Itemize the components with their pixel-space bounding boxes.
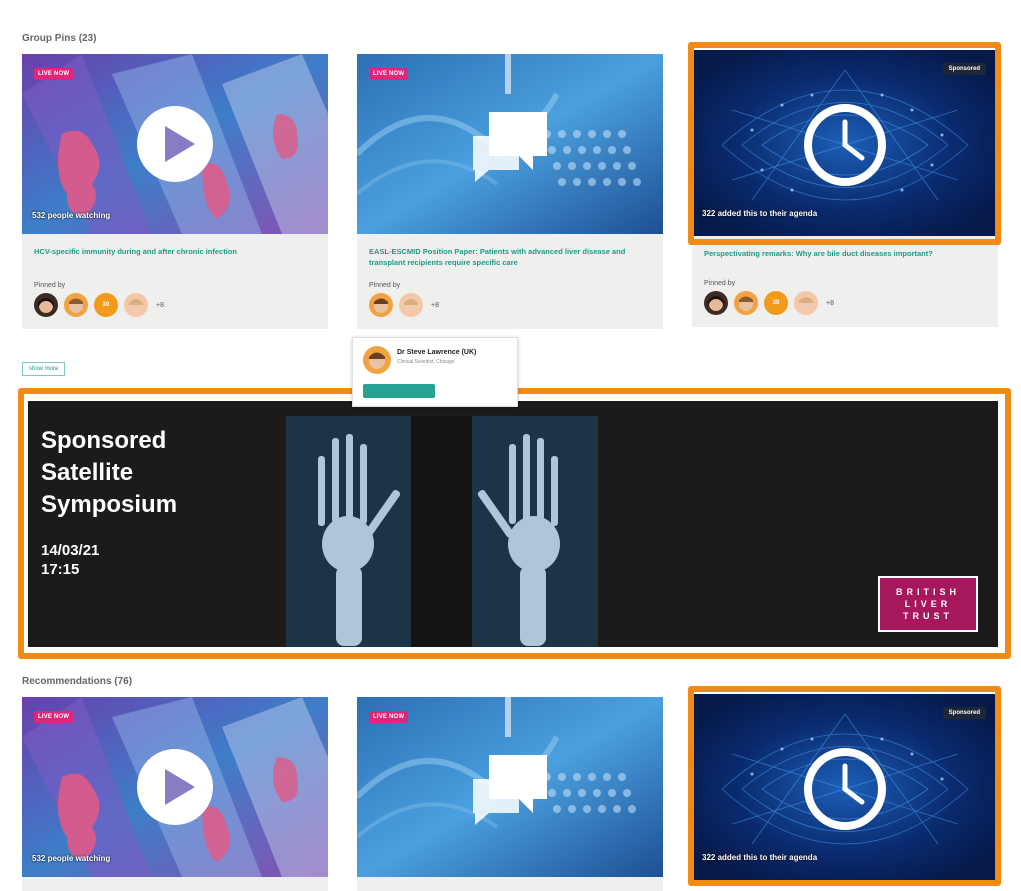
- avatar[interactable]: [399, 293, 423, 317]
- avatar[interactable]: [794, 291, 818, 315]
- avatar[interactable]: [124, 293, 148, 317]
- pin-card-1[interactable]: LIVE NOW 532 people watching HCV-specifi…: [22, 54, 328, 329]
- more-pinners[interactable]: +8: [431, 302, 439, 309]
- show-more-button[interactable]: show more: [22, 362, 66, 376]
- live-badge: LIVE NOW: [34, 711, 74, 723]
- avatar[interactable]: [704, 291, 728, 315]
- avatar[interactable]: [369, 293, 393, 317]
- group-pins-count: (23): [78, 33, 97, 44]
- more-pinners[interactable]: +8: [156, 302, 164, 309]
- card-thumbnail[interactable]: LIVE NOW: [357, 697, 663, 877]
- avatar[interactable]: [64, 293, 88, 317]
- recommendations-label: Recommendations: [22, 676, 112, 687]
- pinned-count-badge[interactable]: 30: [94, 293, 118, 317]
- avatar[interactable]: [734, 291, 758, 315]
- recommendation-card-1[interactable]: LIVE NOW 532 people watching: [22, 697, 328, 891]
- card-thumbnail[interactable]: LIVE NOW 532 people watching: [22, 697, 328, 877]
- avatar[interactable]: [34, 293, 58, 317]
- avatar[interactable]: [363, 346, 391, 374]
- user-name: Dr Steve Lawrence (UK): [397, 349, 477, 356]
- pinned-by-label: Pinned by: [369, 282, 401, 289]
- group-pins-header: Group Pins (23): [22, 33, 96, 44]
- card-thumbnail[interactable]: LIVE NOW 532 people watching: [22, 54, 328, 234]
- pin-card-2[interactable]: LIVE NOW EASL-ESCMID Position Paper: Pat…: [357, 54, 663, 329]
- viewer-count: 532 people watching: [32, 211, 111, 220]
- live-badge: LIVE NOW: [34, 68, 74, 80]
- more-pinners[interactable]: +8: [826, 300, 834, 307]
- pinned-by-avatars: 30 +8: [22, 289, 328, 329]
- pinned-by-avatars: 30 +8: [692, 287, 998, 327]
- live-badge: LIVE NOW: [369, 711, 409, 723]
- sponsored-highlight-frame: [688, 686, 1001, 886]
- recommendation-card-2[interactable]: LIVE NOW: [357, 697, 663, 891]
- play-icon: [137, 106, 213, 182]
- pinned-by-avatars: +8: [357, 289, 663, 329]
- card-thumbnail[interactable]: LIVE NOW: [357, 54, 663, 234]
- pinned-by-label: Pinned by: [704, 280, 736, 287]
- group-pins-label: Group Pins: [22, 33, 76, 44]
- recommendations-header: Recommendations (76): [22, 676, 132, 687]
- pinned-count-badge[interactable]: 30: [764, 291, 788, 315]
- card-title-link[interactable]: EASL-ESCMID Position Paper: Patients wit…: [357, 234, 663, 274]
- pinned-by-label: Pinned by: [34, 282, 66, 289]
- play-icon: [137, 749, 213, 825]
- card-title-link[interactable]: HCV-specific immunity during and after c…: [22, 234, 328, 274]
- banner-highlight-frame: [18, 388, 1011, 659]
- chat-bubbles-icon: [473, 755, 547, 825]
- recommendations-count: (76): [114, 676, 133, 687]
- user-hover-card: Dr Steve Lawrence (UK) Clinical Scientis…: [352, 337, 518, 407]
- user-role: Clinical Scientist, Chicago: [397, 359, 455, 365]
- live-badge: LIVE NOW: [369, 68, 409, 80]
- sponsored-highlight-frame: [688, 42, 1001, 245]
- chat-bubbles-icon: [473, 112, 547, 182]
- viewer-count: 532 people watching: [32, 854, 111, 863]
- view-profile-button[interactable]: [363, 384, 435, 398]
